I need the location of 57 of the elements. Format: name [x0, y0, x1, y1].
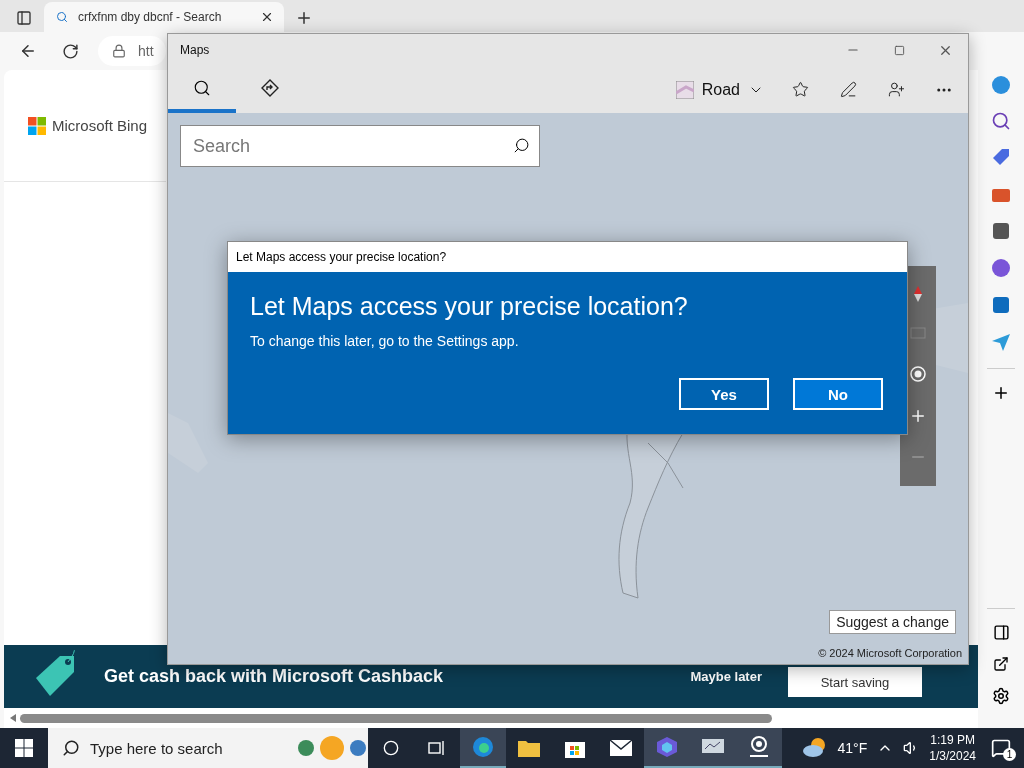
- sidebar-panel-icon[interactable]: [992, 624, 1010, 641]
- back-icon[interactable]: [19, 42, 37, 60]
- tab-actions-icon[interactable]: [16, 10, 32, 26]
- settings-icon[interactable]: [992, 687, 1010, 705]
- maybe-later-button[interactable]: Maybe later: [684, 668, 768, 685]
- app-taskbar-icon[interactable]: [644, 728, 690, 768]
- dialog-heading: Let Maps access your precise location?: [250, 292, 689, 321]
- scroll-left-icon: [10, 714, 16, 722]
- map-thumbnail-icon: [675, 80, 694, 99]
- dialog-text: To change this later, go to the Settings app.: [250, 333, 520, 349]
- windows-icon: [15, 739, 33, 757]
- compass-icon[interactable]: [914, 285, 922, 302]
- window-title: Maps: [180, 43, 211, 57]
- send-icon[interactable]: [990, 331, 1012, 353]
- notification-count: 1: [1003, 748, 1016, 761]
- logo-text: Microsoft Bing: [52, 117, 148, 134]
- star-icon[interactable]: [791, 81, 809, 98]
- suggest-change-button[interactable]: Suggest a change: [829, 610, 956, 634]
- logo-icon: [28, 116, 46, 135]
- new-tab-icon[interactable]: [295, 9, 313, 27]
- notifications-button[interactable]: 1: [986, 733, 1016, 763]
- pen-icon[interactable]: [839, 81, 857, 98]
- close-icon[interactable]: [260, 10, 274, 24]
- circle-icon: [383, 740, 399, 756]
- lock-icon: [112, 44, 126, 58]
- tab-title: crfxfnm dby dbcnf - Search: [78, 10, 223, 24]
- clock[interactable]: 1:19 PM 1/3/2024: [929, 733, 976, 763]
- maximize-icon[interactable]: [893, 44, 905, 56]
- dialog-button[interactable]: Yes: [679, 378, 769, 410]
- add-person-icon[interactable]: [887, 81, 905, 98]
- external-link-icon[interactable]: [993, 656, 1009, 672]
- temperature-text: 41°F: [837, 740, 868, 756]
- address-bar[interactable]: htt: [98, 36, 166, 66]
- browser-tab[interactable]: crfxfnm dby dbcnf - Search: [44, 2, 284, 32]
- directions-icon: [261, 78, 279, 97]
- search-icon[interactable]: [513, 137, 530, 154]
- locate-icon[interactable]: [909, 365, 927, 383]
- search-icon: [62, 739, 80, 757]
- copyright-text: © 2024 Microsoft Corporation: [818, 647, 962, 659]
- map-style-button[interactable]: Road: [663, 66, 776, 113]
- banner-text: Get cash back with Microsoft Cashback: [104, 666, 445, 687]
- refresh-icon[interactable]: [61, 42, 79, 60]
- search-field[interactable]: Search: [180, 125, 540, 167]
- weather-icon: [801, 736, 828, 760]
- edge-taskbar-icon[interactable]: [460, 728, 506, 768]
- start-saving-button[interactable]: Start saving: [788, 667, 922, 697]
- task-view-icon: [428, 740, 446, 756]
- message-icon: [991, 738, 1011, 758]
- search-icon: [56, 11, 68, 23]
- search-icon[interactable]: [991, 111, 1011, 131]
- dialog-button[interactable]: No: [793, 378, 883, 410]
- horizontal-scrollbar[interactable]: [4, 708, 978, 728]
- maps-taskbar-icon[interactable]: [736, 728, 782, 768]
- dialog-title: Let Maps access your precise location?: [236, 250, 447, 264]
- add-icon[interactable]: [992, 384, 1010, 402]
- taskbar-search-field[interactable]: Type here to search: [48, 728, 368, 768]
- search-icon: [193, 78, 211, 97]
